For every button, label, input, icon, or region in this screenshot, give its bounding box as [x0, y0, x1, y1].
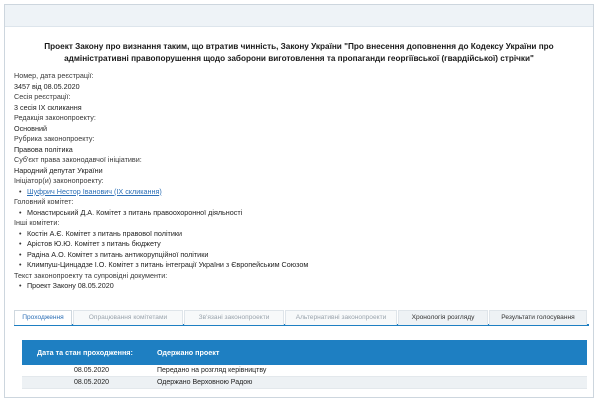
rubric-label: Рубрика законопроекту: — [14, 134, 95, 143]
committee-item: Климпуш-Цинцадзе І.О. Комітет з питань і… — [14, 260, 574, 271]
docs-item[interactable]: Проект Закону 08.05.2020 — [14, 281, 574, 292]
initiator-link[interactable]: Шуфрич Нестор Іванович (IX скликання) — [27, 187, 162, 196]
tab-alternative-bills[interactable]: Альтернативні законопроекти — [285, 310, 397, 325]
main-committee-label: Головний комітет: — [14, 197, 74, 206]
tab-passage[interactable]: Проходження — [14, 310, 72, 325]
subject-value: Народний депутат України — [14, 165, 103, 175]
number-value: 3457 від 08.05.2020 — [14, 81, 80, 91]
edition-value: Основний — [14, 123, 47, 133]
header-date-status: Дата та стан проходження: — [37, 348, 133, 357]
card-header-strip — [5, 5, 593, 27]
committee-item: Арістов Ю.Ю. Комітет з питань бюджету — [14, 239, 574, 250]
subject-label: Суб'єкт права законодавчої ініціативи: — [14, 155, 142, 164]
rubric-value: Правова політика — [14, 144, 73, 154]
tab-linked-bills[interactable]: Зв'язані законопроекти — [184, 310, 284, 325]
session-value: 3 сесія IX скликання — [14, 102, 82, 112]
bill-card: Проект Закону про визнання таким, що втр… — [4, 4, 594, 398]
row-status: Одержано Верховною Радою — [157, 379, 253, 386]
session-label: Сесія реєстрації: — [14, 92, 71, 101]
row-status: Передано на розгляд керівництву — [157, 367, 267, 374]
committee-item: Радіна А.О. Комітет з питань антикорупці… — [14, 250, 574, 261]
row-date: 08.05.2020 — [74, 367, 110, 374]
number-label: Номер, дата реєстрації: — [14, 71, 94, 80]
tab-chronology[interactable]: Хронологія розгляду — [398, 310, 488, 325]
docs-label: Текст законопроекту та супровідні докуме… — [14, 270, 168, 280]
main-committee-item: Монастирський Д.А. Комітет з питань прав… — [14, 208, 574, 219]
initiator-label: Ініціатор(и) законопроекту: — [14, 176, 104, 185]
row-date: 08.05.2020 — [74, 379, 110, 386]
edition-label: Редакція законопроекту: — [14, 113, 96, 122]
bill-info: Номер, дата реєстрації: 3457 від 08.05.2… — [14, 71, 574, 292]
table-row: 08.05.2020 Передано на розгляд керівницт… — [22, 365, 587, 377]
other-committees-label: Інші комітети: — [14, 218, 60, 227]
table-header: Дата та стан проходження: Одержано проек… — [22, 340, 587, 365]
passage-table: Дата та стан проходження: Одержано проек… — [22, 340, 587, 389]
table-row: 08.05.2020 Одержано Верховною Радою — [22, 377, 587, 389]
tab-voting-results[interactable]: Результати голосування — [489, 310, 587, 325]
bill-tabs: Проходження Опрацювання комітетами Зв'яз… — [14, 310, 589, 326]
tab-committees[interactable]: Опрацювання комітетами — [73, 310, 183, 325]
committee-item: Костін А.Є. Комітет з питань правової по… — [14, 229, 574, 240]
initiator-item: Шуфрич Нестор Іванович (IX скликання) — [14, 187, 574, 198]
header-received: Одержано проект — [157, 348, 220, 357]
